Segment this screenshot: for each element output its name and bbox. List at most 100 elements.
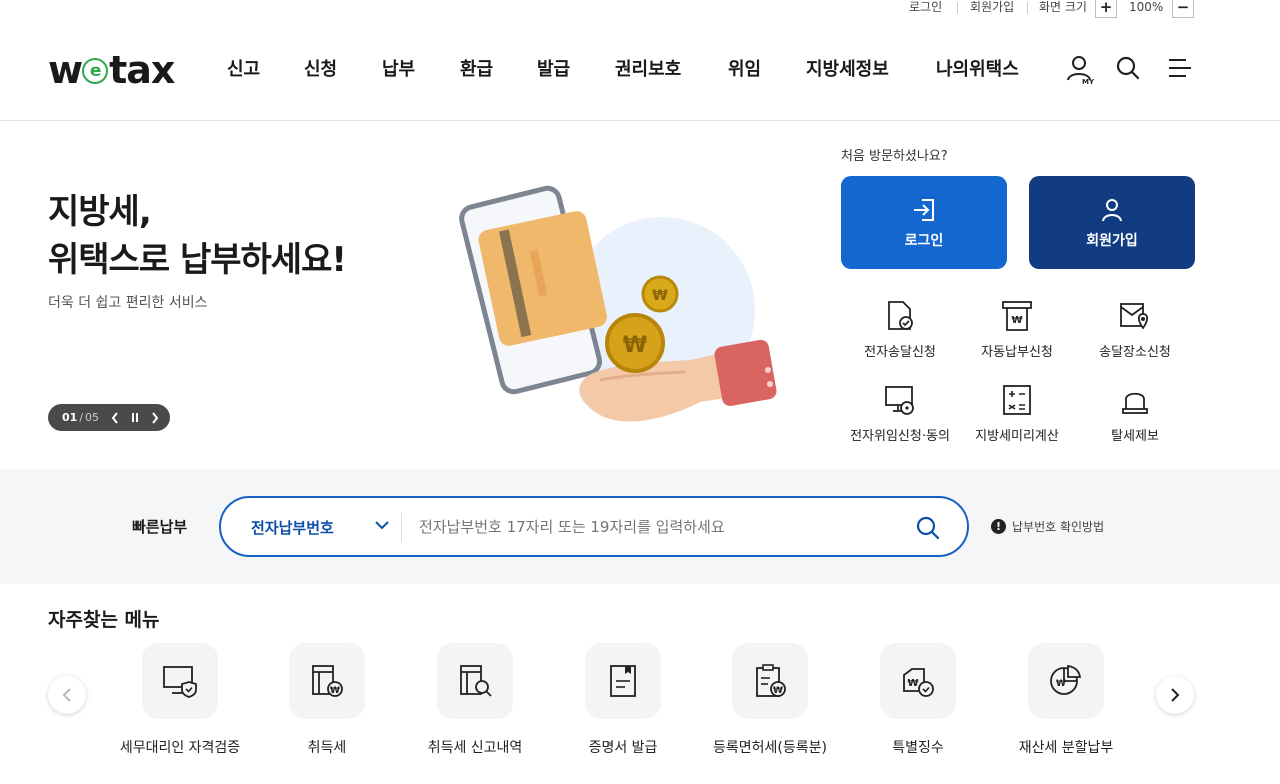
quick-pay-label: 빠른납부 xyxy=(132,518,188,536)
zoom-in-button[interactable]: + xyxy=(1095,0,1117,18)
util-signup-link[interactable]: 회원가입 xyxy=(970,0,1014,14)
quick-link-label: 전자송달신청 xyxy=(864,345,936,360)
site-header: w e tax 신고 신청 납부 환급 발급 권리보호 위임 지방세정보 나의위… xyxy=(0,20,1280,121)
pie-won-icon: ₩ xyxy=(1028,643,1104,719)
user-icon xyxy=(1102,198,1122,221)
slide-pager: 01 / 05 xyxy=(48,404,170,431)
menu-registration-license-tax[interactable]: ₩ 등록면허세(등록분) xyxy=(695,643,845,757)
menu-property-tax-installment[interactable]: ₩ 재산세 분할납부 xyxy=(991,643,1141,757)
zoom-label: 화면 크기 xyxy=(1039,0,1087,14)
search-submit-icon[interactable] xyxy=(915,515,941,541)
quick-link-tax-calculator[interactable]: 지방세미리계산 xyxy=(957,383,1077,444)
nav-rights[interactable]: 권리보호 xyxy=(615,58,681,82)
document-check-icon xyxy=(883,299,917,333)
quick-link-label: 지방세미리계산 xyxy=(975,429,1059,444)
hero-title-line2: 위택스로 납부하세요! xyxy=(48,240,347,280)
carousel-next-button[interactable] xyxy=(1156,676,1194,714)
menu-label: 등록면허세(등록분) xyxy=(713,740,827,756)
first-visit-text: 처음 방문하셨나요? xyxy=(841,149,948,164)
siren-icon xyxy=(1118,383,1152,417)
svg-text:₩: ₩ xyxy=(652,288,668,304)
clipboard-won-icon: ₩ xyxy=(732,643,808,719)
payment-type-select[interactable]: 전자납부번호 xyxy=(251,517,334,538)
nav-local-tax-info[interactable]: 지방세정보 xyxy=(806,58,889,82)
nav-payment[interactable]: 납부 xyxy=(382,58,415,82)
quick-link-label: 자동납부신청 xyxy=(981,345,1053,360)
chevron-left-icon xyxy=(62,688,71,702)
login-button[interactable]: 로그인 xyxy=(841,176,1007,269)
quick-link-label: 탈세제보 xyxy=(1111,429,1159,444)
menu-acquisition-tax[interactable]: ₩ 취득세 xyxy=(252,643,402,757)
signup-button[interactable]: 회원가입 xyxy=(1029,176,1195,269)
quick-link-label: 송달장소신청 xyxy=(1099,345,1171,360)
help-text: 납부번호 확인방법 xyxy=(1012,520,1105,534)
menu-label: 재산세 분할납부 xyxy=(1018,740,1114,756)
monitor-lock-icon xyxy=(883,383,917,417)
menu-label: 취득세 신고내역 xyxy=(427,740,523,756)
menu-tax-agent-verify[interactable]: 세무대리인 자격검증 xyxy=(105,643,255,757)
pause-slide-button[interactable] xyxy=(131,412,139,423)
quick-link-delivery-place[interactable]: 송달장소신청 xyxy=(1075,299,1195,360)
svg-text:₩: ₩ xyxy=(1056,679,1066,689)
menu-certificate-issue[interactable]: 증명서 발급 xyxy=(548,643,698,757)
pager-sep: / xyxy=(79,411,84,424)
nav-delegation[interactable]: 위임 xyxy=(728,58,761,82)
login-icon xyxy=(914,198,934,221)
next-slide-button[interactable] xyxy=(151,411,159,424)
prev-slide-button[interactable] xyxy=(111,411,119,424)
logo-w: w xyxy=(48,48,83,92)
login-button-label: 로그인 xyxy=(904,232,944,249)
payment-number-input[interactable] xyxy=(419,515,889,539)
zoom-out-button[interactable]: − xyxy=(1172,0,1194,18)
my-user-icon[interactable]: MY xyxy=(1066,54,1096,86)
util-login-link[interactable]: 로그인 xyxy=(909,0,942,14)
info-icon: ! xyxy=(991,519,1006,534)
menu-icon[interactable] xyxy=(1166,54,1196,84)
svg-text:₩: ₩ xyxy=(330,686,340,696)
menu-label: 특별징수 xyxy=(892,740,944,756)
utility-bar: 로그인 회원가입 화면 크기 + 100% − xyxy=(0,0,1280,20)
quick-link-tax-evasion-report[interactable]: 탈세제보 xyxy=(1075,383,1195,444)
chevron-left-icon xyxy=(111,411,118,424)
nav-report[interactable]: 신고 xyxy=(227,58,260,82)
my-badge: MY xyxy=(1082,78,1095,86)
carousel-prev-button[interactable] xyxy=(48,676,86,714)
payment-number-help-link[interactable]: ! 납부번호 확인방법 xyxy=(991,518,1104,535)
building-won-icon: ₩ xyxy=(289,643,365,719)
divider xyxy=(1027,2,1028,14)
chevron-down-icon[interactable] xyxy=(375,520,389,530)
svg-text:₩: ₩ xyxy=(1011,315,1022,326)
search-icon[interactable] xyxy=(1114,54,1144,84)
quick-link-e-delivery[interactable]: 전자송달신청 xyxy=(840,299,960,360)
nav-issue[interactable]: 발급 xyxy=(537,58,570,82)
menu-label: 증명서 발급 xyxy=(588,740,658,756)
divider xyxy=(957,2,958,14)
nav-refund[interactable]: 환급 xyxy=(460,58,493,82)
won-box-check-icon: ₩ xyxy=(880,643,956,719)
quick-link-label: 전자위임신청·동의 xyxy=(850,429,950,444)
menu-special-collection[interactable]: ₩ 특별징수 xyxy=(843,643,993,757)
wetax-logo[interactable]: w e tax xyxy=(48,48,175,92)
svg-text:₩: ₩ xyxy=(623,333,647,358)
calculator-icon xyxy=(1000,383,1034,417)
auto-pay-icon: ₩ xyxy=(1000,299,1034,333)
certificate-icon xyxy=(585,643,661,719)
minus-icon: − xyxy=(1176,0,1190,16)
logo-tax: tax xyxy=(109,48,175,92)
nav-apply[interactable]: 신청 xyxy=(304,58,337,82)
pager-total: 05 xyxy=(85,411,100,424)
hero-subtitle: 더욱 더 쉽고 편리한 서비스 xyxy=(48,295,208,311)
zoom-value: 100% xyxy=(1129,0,1164,14)
pause-icon xyxy=(132,413,139,422)
chevron-right-icon xyxy=(152,411,159,424)
svg-text:₩: ₩ xyxy=(773,686,783,696)
menu-acquisition-tax-history[interactable]: 취득세 신고내역 xyxy=(400,643,550,757)
hero-illustration: ₩ ₩ xyxy=(450,180,790,450)
building-search-icon xyxy=(437,643,513,719)
quick-link-auto-pay[interactable]: ₩ 자동납부신청 xyxy=(957,299,1077,360)
hero-title-line1: 지방세, xyxy=(48,192,152,232)
frequent-menu-title: 자주찾는 메뉴 xyxy=(48,609,160,631)
nav-my-wetax[interactable]: 나의위택스 xyxy=(936,58,1019,82)
plus-icon: + xyxy=(1099,0,1113,16)
quick-link-e-delegation[interactable]: 전자위임신청·동의 xyxy=(840,383,960,444)
